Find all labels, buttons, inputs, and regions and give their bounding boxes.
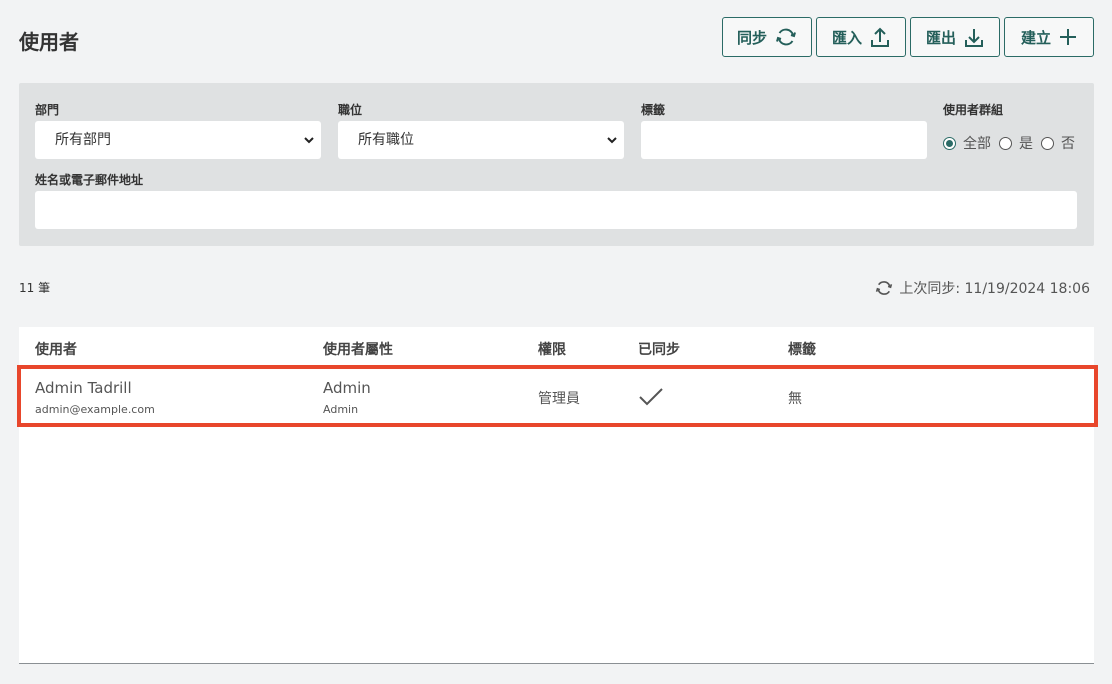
column-header-permission[interactable]: 權限: [538, 339, 566, 359]
page-title: 使用者: [19, 30, 79, 54]
import-button[interactable]: 匯入: [816, 17, 906, 57]
search-input[interactable]: [35, 191, 1077, 229]
plus-icon: [1060, 29, 1076, 45]
radio-unchecked-icon: [1041, 136, 1054, 150]
user-attribute-sub: Admin: [323, 403, 359, 416]
toolbar: 同步 匯入 匯出 建立: [722, 17, 1094, 57]
position-label: 職位: [338, 103, 363, 117]
create-button-label: 建立: [1020, 28, 1051, 47]
user-tags: 無: [788, 391, 802, 407]
users-table: 使用者 使用者屬性 權限 已同步 標籤 Admin Tadrill admin@…: [17, 327, 1098, 664]
table-row[interactable]: Admin Tadrill admin@example.com Admin Ad…: [17, 365, 1098, 427]
column-header-tags[interactable]: 標籤: [788, 339, 816, 359]
sync-icon: [776, 28, 796, 46]
radio-all-label: 全部: [963, 136, 991, 152]
column-header-user[interactable]: 使用者: [35, 339, 77, 359]
chevron-down-icon: [607, 137, 617, 144]
radio-all[interactable]: 全部: [943, 133, 991, 153]
department-select[interactable]: 所有部門: [35, 121, 321, 159]
column-header-user-attribute[interactable]: 使用者屬性: [323, 339, 393, 359]
checkmark-icon: [639, 388, 663, 406]
user-attribute: Admin: [323, 379, 371, 397]
position-select[interactable]: 所有職位: [338, 121, 624, 159]
department-select-value: 所有部門: [55, 132, 111, 148]
sync-button-label: 同步: [737, 28, 768, 47]
sync-icon: [876, 281, 893, 295]
import-button-label: 匯入: [831, 28, 862, 47]
radio-yes-label: 是: [1019, 136, 1033, 152]
position-select-value: 所有職位: [358, 132, 414, 148]
export-button-label: 匯出: [925, 28, 956, 47]
filter-panel: 部門 所有部門 職位 所有職位 標籤 使用者群組 全部 是 否 姓名或電子郵件地…: [19, 83, 1094, 246]
column-header-synced[interactable]: 已同步: [638, 339, 680, 359]
last-sync-status: 上次同步: 11/19/2024 18:06: [875, 278, 1090, 298]
radio-checked-icon: [943, 136, 956, 150]
tags-input[interactable]: [641, 121, 927, 159]
department-label: 部門: [35, 103, 60, 117]
chevron-down-icon: [304, 137, 314, 144]
radio-no-label: 否: [1061, 136, 1075, 152]
download-icon: [965, 29, 983, 47]
tags-label: 標籤: [641, 103, 666, 117]
sync-button[interactable]: 同步: [722, 17, 812, 57]
result-count: 11 筆: [19, 281, 51, 295]
export-button[interactable]: 匯出: [910, 17, 1000, 57]
radio-no[interactable]: 否: [1041, 133, 1075, 153]
create-button[interactable]: 建立: [1004, 17, 1094, 57]
radio-yes[interactable]: 是: [999, 133, 1033, 153]
user-group-radio-group: 全部 是 否: [943, 133, 1083, 153]
user-name: Admin Tadrill: [35, 379, 132, 397]
upload-icon: [871, 27, 889, 47]
last-sync-text: 上次同步: 11/19/2024 18:06: [899, 281, 1090, 297]
radio-unchecked-icon: [999, 136, 1012, 150]
search-label: 姓名或電子郵件地址: [35, 173, 144, 187]
user-group-label: 使用者群組: [943, 103, 1004, 117]
user-permission: 管理員: [538, 391, 580, 407]
user-email: admin@example.com: [35, 403, 155, 416]
